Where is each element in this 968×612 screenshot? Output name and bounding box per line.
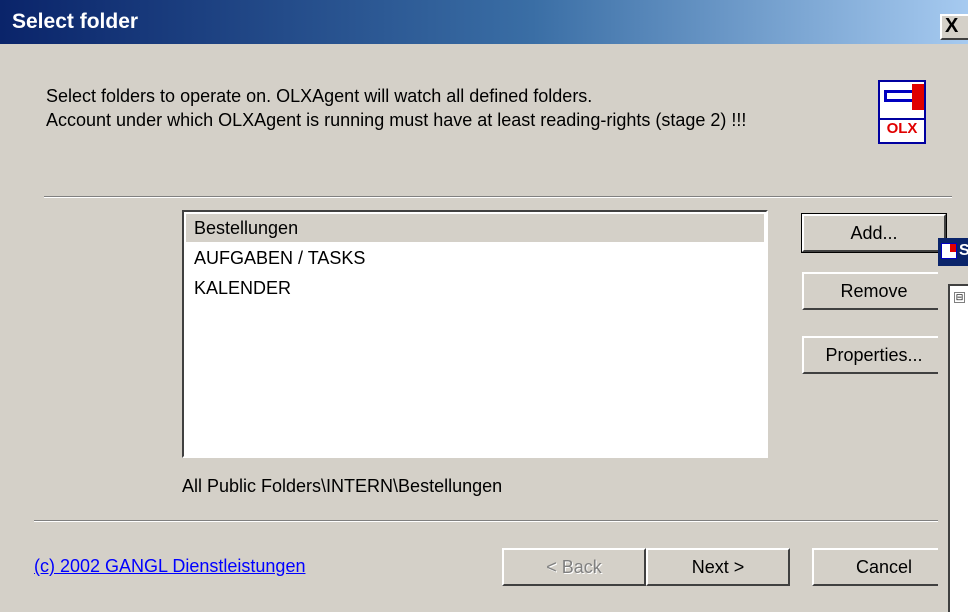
top-divider: [44, 196, 952, 198]
list-item[interactable]: AUFGABEN / TASKS: [186, 244, 764, 272]
list-item-selected[interactable]: Bestellungen: [186, 214, 764, 242]
add-button[interactable]: Add...: [801, 213, 947, 253]
overlapping-window-titlebar[interactable]: S: [938, 238, 968, 266]
intro-line-1: Select folders to operate on. OLXAgent w…: [46, 86, 593, 106]
title-bar: Select folder: [0, 0, 968, 44]
bottom-divider: [34, 520, 944, 522]
logo-red-block: [912, 84, 924, 110]
overlapping-window[interactable]: S ⊟: [938, 238, 968, 612]
next-button[interactable]: Next >: [646, 548, 790, 586]
properties-button[interactable]: Properties...: [802, 336, 946, 374]
remove-button[interactable]: Remove: [802, 272, 946, 310]
copyright-link[interactable]: (c) 2002 GANGL Dienstleistungen: [34, 556, 305, 577]
list-item[interactable]: KALENDER: [186, 274, 764, 302]
logo-text: OLX: [880, 118, 924, 137]
olx-logo-icon: OLX: [878, 80, 926, 144]
folder-tree-panel[interactable]: ⊟: [948, 284, 968, 612]
selected-folder-path: All Public Folders\INTERN\Bestellungen: [182, 476, 503, 496]
olx-window-icon: [941, 243, 957, 259]
overlapping-window-title: S: [959, 242, 968, 259]
cancel-button[interactable]: Cancel: [812, 548, 956, 586]
window-title: Select folder: [12, 10, 139, 33]
tree-collapse-icon[interactable]: ⊟: [954, 292, 965, 303]
intro-line-2: Account under which OLXAgent is running …: [46, 110, 747, 130]
close-button[interactable]: X: [940, 14, 968, 40]
folder-listbox[interactable]: Bestellungen AUFGABEN / TASKS KALENDER: [182, 210, 768, 458]
back-button[interactable]: < Back: [502, 548, 646, 586]
